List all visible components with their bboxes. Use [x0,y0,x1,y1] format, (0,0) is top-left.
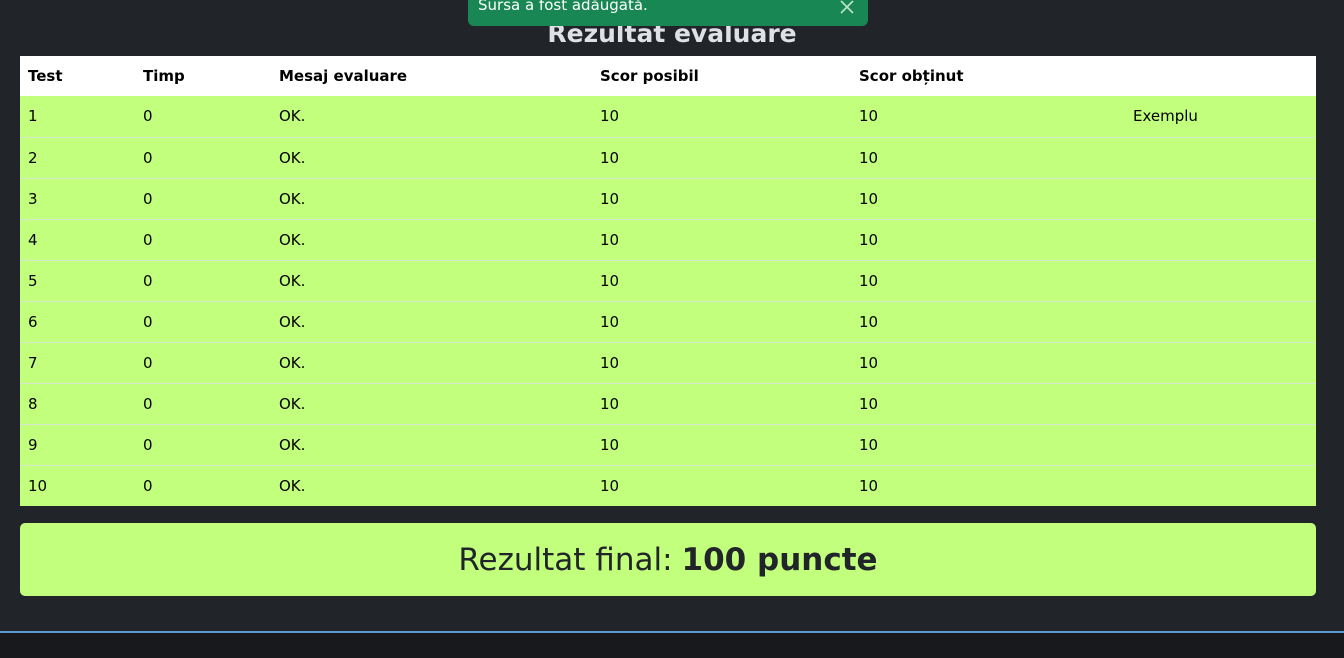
cell-message: OK. [271,218,592,260]
cell-extra [1125,218,1316,260]
cell-extra [1125,136,1316,178]
cell-possible-score: 10 [592,423,851,465]
cell-extra [1125,341,1316,383]
cell-obtained-score: 10 [851,341,1125,383]
table-row: 9 0 OK. 10 10 [20,423,1316,465]
cell-test: 2 [20,136,135,178]
header-obtained-score: Scor obținut [851,56,1125,96]
header-message: Mesaj evaluare [271,56,592,96]
cell-test: 5 [20,259,135,301]
table-row: 10 0 OK. 10 10 [20,464,1316,506]
success-toast: Sursa a fost adăugată. [468,0,868,26]
evaluation-results-table: Test Timp Mesaj evaluare Scor posibil Sc… [20,56,1316,506]
cell-time: 0 [135,423,271,465]
cell-message: OK. [271,177,592,219]
cell-message: OK. [271,341,592,383]
cell-test: 3 [20,177,135,219]
cell-obtained-score: 10 [851,96,1125,137]
cell-possible-score: 10 [592,259,851,301]
cell-obtained-score: 10 [851,300,1125,342]
cell-test: 4 [20,218,135,260]
cell-extra [1125,423,1316,465]
cell-extra [1125,464,1316,506]
cell-possible-score: 10 [592,341,851,383]
header-extra [1125,56,1316,96]
cell-extra [1125,300,1316,342]
cell-message: OK. [271,382,592,424]
cell-extra [1125,259,1316,301]
cell-obtained-score: 10 [851,136,1125,178]
cell-message: OK. [271,136,592,178]
cell-message: OK. [271,300,592,342]
cell-possible-score: 10 [592,96,851,137]
cell-test: 7 [20,341,135,383]
cell-possible-score: 10 [592,300,851,342]
toast-message: Sursa a fost adăugată. [478,0,648,14]
cell-message: OK. [271,259,592,301]
table-row: 5 0 OK. 10 10 [20,259,1316,301]
header-test: Test [20,56,135,96]
cell-time: 0 [135,177,271,219]
cell-message: OK. [271,96,592,137]
toast-close-button[interactable] [838,0,856,16]
cell-test: 1 [20,96,135,137]
close-icon [840,0,854,14]
cell-time: 0 [135,341,271,383]
cell-time: 0 [135,259,271,301]
cell-obtained-score: 10 [851,464,1125,506]
header-time: Timp [135,56,271,96]
table-header-row: Test Timp Mesaj evaluare Scor posibil Sc… [20,56,1316,96]
table-row: 7 0 OK. 10 10 [20,341,1316,383]
final-result-banner: Rezultat final: 100 puncte [20,523,1316,596]
cell-possible-score: 10 [592,464,851,506]
cell-time: 0 [135,300,271,342]
cell-possible-score: 10 [592,382,851,424]
cell-extra [1125,177,1316,219]
footer [0,633,1344,658]
final-result-label: Rezultat final: [458,541,673,578]
cell-obtained-score: 10 [851,382,1125,424]
table-row: 8 0 OK. 10 10 [20,382,1316,424]
table-row: 4 0 OK. 10 10 [20,218,1316,260]
table-row: 6 0 OK. 10 10 [20,300,1316,342]
cell-time: 0 [135,136,271,178]
table-row: 2 0 OK. 10 10 [20,136,1316,178]
header-possible-score: Scor posibil [592,56,851,96]
cell-test: 6 [20,300,135,342]
cell-extra [1125,382,1316,424]
cell-possible-score: 10 [592,218,851,260]
table-row: 3 0 OK. 10 10 [20,177,1316,219]
cell-time: 0 [135,382,271,424]
cell-possible-score: 10 [592,136,851,178]
cell-test: 10 [20,464,135,506]
cell-obtained-score: 10 [851,218,1125,260]
page: Sursa a fost adăugată. Rezultat evaluare… [0,0,1344,658]
table-row: 1 0 OK. 10 10 Exemplu [20,96,1316,137]
cell-test: 8 [20,382,135,424]
final-result-score: 100 puncte [681,541,878,578]
cell-obtained-score: 10 [851,423,1125,465]
cell-time: 0 [135,218,271,260]
cell-possible-score: 10 [592,177,851,219]
cell-time: 0 [135,96,271,137]
cell-time: 0 [135,464,271,506]
cell-obtained-score: 10 [851,177,1125,219]
cell-message: OK. [271,423,592,465]
cell-obtained-score: 10 [851,259,1125,301]
cell-example-label: Exemplu [1125,96,1316,137]
cell-message: OK. [271,464,592,506]
cell-test: 9 [20,423,135,465]
